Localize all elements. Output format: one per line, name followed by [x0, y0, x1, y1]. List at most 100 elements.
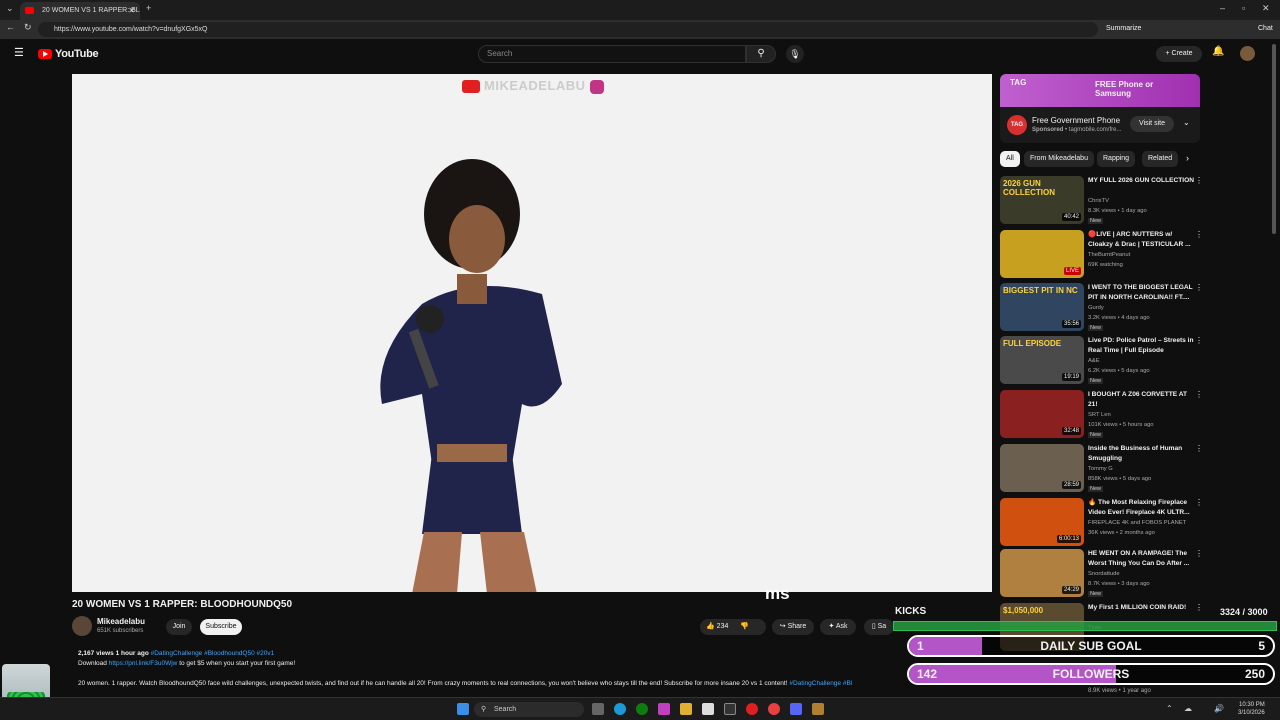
video-thumbnail[interactable]: BIGGEST PIT IN NC 35:56	[1000, 283, 1084, 331]
recommendation-item[interactable]: 28:59 Inside the Business of Human Smuggl…	[1000, 444, 1205, 496]
chip-from-mikeadelabu[interactable]: From Mikeadelabu	[1024, 151, 1094, 167]
close-window-icon[interactable]: ✕	[1262, 3, 1270, 14]
recommendation-channel[interactable]: SRT Len	[1088, 412, 1111, 418]
volume-icon[interactable]: 🔊	[1214, 704, 1224, 713]
chat-button[interactable]: Chat	[1258, 25, 1273, 32]
video-thumbnail[interactable]: 32:48	[1000, 390, 1084, 438]
taskbar-search[interactable]: ⚲ Search	[474, 702, 584, 717]
recommendation-title[interactable]: MY FULL 2026 GUN COLLECTION	[1088, 176, 1196, 186]
share-button[interactable]: ↪ Share	[772, 619, 814, 635]
subscribe-button[interactable]: Subscribe	[200, 619, 242, 635]
video-thumbnail[interactable]: 24:29	[1000, 549, 1084, 597]
video-thumbnail[interactable]: LIVE	[1000, 230, 1084, 278]
more-options-icon[interactable]: ⋮	[1195, 230, 1203, 239]
recommendation-channel[interactable]: Tommy G	[1088, 466, 1113, 472]
recommendation-item[interactable]: 6:00:13 🔥 The Most Relaxing Fireplace Vid…	[1000, 498, 1205, 550]
description-link[interactable]: https://pnl.link/F3u0Wjw	[109, 660, 178, 667]
recommendation-item[interactable]: FULL EPISODE 19:19 Live PD: Police Patrol …	[1000, 336, 1205, 388]
chip-all[interactable]: All	[1000, 151, 1020, 167]
more-options-icon[interactable]: ⋮	[1195, 176, 1203, 185]
recommendation-title[interactable]: I WENT TO THE BIGGEST LEGAL PIT IN NORTH…	[1088, 283, 1196, 302]
tab-list-icon[interactable]: ⌄	[6, 3, 14, 14]
notifications-bell-icon[interactable]: 🔔	[1212, 46, 1224, 57]
recommendation-title[interactable]: 🔴LIVE | ARC NUTTERS w/ Cloakzy & Drac | …	[1088, 230, 1196, 249]
join-button[interactable]: Join	[166, 619, 192, 635]
file-explorer-icon[interactable]	[680, 703, 692, 715]
sponsored-ad[interactable]: TAG FREE Phone or Samsung TAG Free Gover…	[1000, 74, 1200, 143]
new-tab-icon[interactable]: +	[146, 3, 151, 13]
channel-avatar[interactable]	[72, 616, 92, 636]
video-player[interactable]: MIKEADELABU	[72, 74, 992, 592]
more-options-icon[interactable]: ⋮	[1195, 603, 1203, 612]
hashtags[interactable]: #DatingChallenge #BloodhoundQ50 #20v1	[151, 650, 275, 657]
recommendation-item[interactable]: BIGGEST PIT IN NC 35:56 I WENT TO THE BIGG…	[1000, 283, 1205, 335]
dislike-icon[interactable]: 👎	[740, 623, 749, 630]
close-tab-icon[interactable]: ✕	[128, 2, 135, 20]
copilot-icon[interactable]	[658, 703, 670, 715]
search-button[interactable]: ⚲	[746, 45, 776, 63]
recommendation-title[interactable]: Live PD: Police Patrol – Streets in Real…	[1088, 336, 1196, 355]
minimize-icon[interactable]: –	[1220, 3, 1225, 13]
windows-start-icon[interactable]	[457, 703, 469, 715]
recommendation-title[interactable]: 🔥 The Most Relaxing Fireplace Video Ever…	[1088, 498, 1196, 517]
recommendation-title[interactable]: My First 1 MILLION COIN RAID!	[1088, 603, 1196, 613]
menu-icon[interactable]: ☰	[14, 46, 24, 59]
more-options-icon[interactable]: ⋮	[1195, 283, 1203, 292]
app-icon[interactable]	[724, 703, 736, 715]
maximize-icon[interactable]: ▫	[1242, 3, 1245, 13]
like-icon[interactable]: 👍	[706, 623, 715, 630]
youtube-app-icon[interactable]	[746, 703, 758, 715]
recommendation-title[interactable]: I BOUGHT A Z06 CORVETTE AT 21!	[1088, 390, 1196, 409]
ask-button[interactable]: ✦ Ask	[820, 619, 856, 635]
chevron-right-icon[interactable]: ›	[1186, 153, 1189, 163]
recommendation-channel[interactable]: A&E	[1088, 358, 1100, 364]
channel-name[interactable]: Mikeadelabu	[97, 617, 145, 626]
save-button[interactable]: ▯ Sa	[864, 619, 894, 635]
recommendation-item[interactable]: 24:29 HE WENT ON A RAMPAGE! The Worst Thi…	[1000, 549, 1205, 601]
visit-site-button[interactable]: Visit site	[1130, 116, 1174, 132]
edge-icon[interactable]	[614, 703, 626, 715]
refresh-icon[interactable]: ↻	[24, 22, 32, 33]
recommendation-title[interactable]: HE WENT ON A RAMPAGE! The Worst Thing Yo…	[1088, 549, 1196, 568]
page-scrollbar[interactable]	[1272, 44, 1276, 234]
chip-rapping[interactable]: Rapping	[1097, 151, 1136, 167]
more-options-icon[interactable]: ⋮	[1195, 336, 1203, 345]
more-options-icon[interactable]: ⋮	[1195, 390, 1203, 399]
recommendation-channel[interactable]: Gurdy	[1088, 305, 1104, 311]
video-thumbnail[interactable]: 6:00:13	[1000, 498, 1084, 546]
task-view-icon[interactable]	[592, 703, 604, 715]
voice-search-button[interactable]: 🎙	[786, 45, 804, 63]
summarize-button[interactable]: Summarize	[1106, 25, 1141, 32]
video-thumbnail[interactable]: 28:59	[1000, 444, 1084, 492]
video-thumbnail[interactable]: 2026 GUN COLLECTION 40:42	[1000, 176, 1084, 224]
recommendation-channel[interactable]: FIREPLACE 4K and FOBOS PLANET	[1088, 520, 1186, 526]
more-options-icon[interactable]: ⋮	[1195, 444, 1203, 453]
tray-chevron-icon[interactable]: ⌃	[1166, 704, 1173, 713]
network-icon[interactable]: ☁	[1184, 704, 1192, 713]
discord-icon[interactable]	[790, 703, 802, 715]
recommendation-channel[interactable]: Snordattude	[1088, 571, 1120, 577]
more-options-icon[interactable]: ⋮	[1195, 549, 1203, 558]
video-thumbnail[interactable]: FULL EPISODE 19:19	[1000, 336, 1084, 384]
recommendation-item[interactable]: 32:48 I BOUGHT A Z06 CORVETTE AT 21! SRT L…	[1000, 390, 1205, 442]
chrome-icon[interactable]	[768, 703, 780, 715]
more-options-icon[interactable]: ⋮	[1195, 498, 1203, 507]
taskbar-clock[interactable]: 10:30 PM 3/10/2026	[1238, 701, 1265, 717]
youtube-logo[interactable]: YouTube	[38, 48, 99, 60]
url-field[interactable]: https://www.youtube.com/watch?v=dnufgXGx…	[38, 22, 1098, 37]
recommendation-channel[interactable]: ChrisTV	[1088, 198, 1109, 204]
video-description[interactable]: 2,167 views 1 hour ago #DatingChallenge …	[72, 645, 912, 695]
recommendation-item[interactable]: LIVE 🔴LIVE | ARC NUTTERS w/ Cloakzy & Dra…	[1000, 230, 1205, 282]
store-icon[interactable]	[702, 703, 714, 715]
browser-tab[interactable]: 20 WOMEN VS 1 RAPPER: BL ✕	[20, 2, 140, 20]
chevron-down-icon[interactable]: ⌄	[1183, 118, 1190, 127]
desc-hashtag[interactable]: #DatingChallenge #Bl	[789, 680, 852, 687]
xbox-icon[interactable]	[636, 703, 648, 715]
chip-related[interactable]: Related	[1142, 151, 1179, 167]
user-avatar[interactable]	[1240, 46, 1255, 61]
recommendation-title[interactable]: Inside the Business of Human Smuggling	[1088, 444, 1196, 463]
recommendation-channel[interactable]: TheBurntPeanut	[1088, 252, 1130, 258]
search-input[interactable]: Search	[478, 45, 746, 63]
recommendation-item[interactable]: 2026 GUN COLLECTION 40:42 MY FULL 2026 GUN…	[1000, 176, 1205, 228]
back-icon[interactable]: ←	[6, 22, 15, 32]
